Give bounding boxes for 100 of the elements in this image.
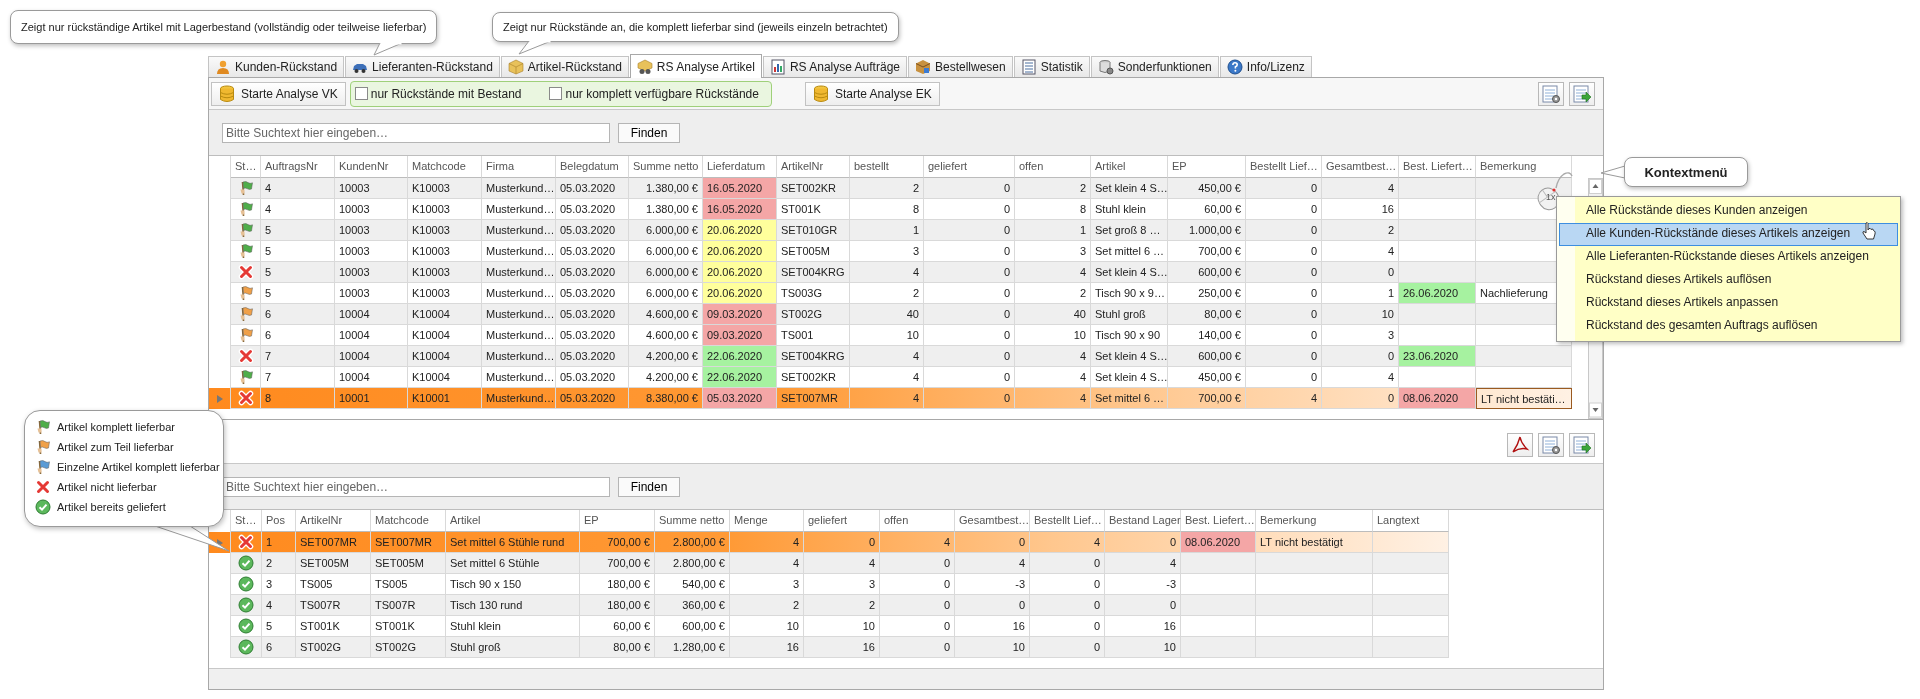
table-cell: Musterkund…: [482, 178, 556, 199]
column-header[interactable]: Matchcode: [408, 156, 482, 178]
column-header[interactable]: Bemerkung: [1256, 510, 1373, 532]
column-header[interactable]: Pos: [262, 510, 296, 532]
column-header[interactable]: Best. Liefert…: [1399, 156, 1476, 178]
table-cell: 1: [1015, 220, 1091, 241]
column-header[interactable]: Bemerkung: [1476, 156, 1572, 178]
table-cell: 10003: [335, 262, 408, 283]
column-header[interactable]: Summe netto: [655, 510, 730, 532]
tab[interactable]: Kunden-Rückstand: [208, 56, 345, 77]
table-cell: 360,00 €: [655, 595, 730, 616]
table-cell: Stuhl groß: [446, 637, 580, 658]
tab[interactable]: RS Analyse Aufträge: [762, 56, 907, 77]
checkbox[interactable]: [354, 87, 368, 100]
check-icon: [238, 618, 254, 634]
column-header[interactable]: Artikel: [1091, 156, 1168, 178]
export-button[interactable]: [1569, 81, 1595, 106]
column-header[interactable]: geliefert: [924, 156, 1015, 178]
pdf-button[interactable]: [1507, 433, 1533, 457]
analysis-button[interactable]: Starte Analyse EK: [804, 81, 940, 106]
column-header[interactable]: Belegdatum: [556, 156, 629, 178]
table-row[interactable]: 5 10003 K10003 Musterkund… 05.03.2020 6.000,00 € 20.06.2020 SET010GR 1 0 1 Set groß 8 … 1.000,00 € 0 2: [209, 220, 1572, 241]
table-row[interactable]: 5 10003 K10003 Musterkund… 05.03.2020 6.000,00 € 20.06.2020 SET004KRG 4 0 4 Set klein 4 S… 600,00 € 0 0: [209, 262, 1572, 283]
column-header[interactable]: Best. Liefert…: [1181, 510, 1256, 532]
column-header[interactable]: bestellt: [850, 156, 924, 178]
table-cell: 05.03.2020: [556, 346, 629, 367]
table-row[interactable]: 6 10004 K10004 Musterkund… 05.03.2020 4.600,00 € 09.03.2020 ST002G 40 0 40 Stuhl groß 80,00 € 0 10: [209, 304, 1572, 325]
checkbox-label[interactable]: nur Rückstände mit Bestand: [370, 86, 522, 101]
table-cell: TS007R: [296, 595, 371, 616]
table-cell: 16.05.2020: [703, 199, 777, 220]
column-header[interactable]: Bestellt Lief…: [1030, 510, 1105, 532]
table-cell: SET002KR: [777, 178, 850, 199]
column-header[interactable]: Langtext: [1373, 510, 1449, 532]
table-row[interactable]: 8 10001 K10001 Musterkund… 05.03.2020 8.380,00 € 05.03.2020 SET007MR 4 0 4 Set mittel 6 … 700,00 € 4 0 08.06.2020 LT nicht bestäti…: [209, 388, 1572, 409]
table-cell: 10003: [335, 220, 408, 241]
table-cell: K10003: [408, 220, 482, 241]
table-row[interactable]: 2 SET005M SET005M Set mittel 6 Stühle 700,00 € 2.800,00 € 4 4 0 4 0 4: [209, 553, 1449, 574]
column-header[interactable]: Summe netto: [629, 156, 703, 178]
column-header[interactable]: Firma: [482, 156, 556, 178]
column-header[interactable]: St…: [231, 156, 261, 178]
column-header[interactable]: Gesamtbest…: [955, 510, 1030, 532]
table-cell: 5: [261, 262, 335, 283]
table-cell: 4: [850, 388, 924, 409]
column-header[interactable]: Menge: [730, 510, 804, 532]
tab[interactable]: Statistik: [1013, 56, 1090, 77]
table-cell: 4: [850, 346, 924, 367]
flag-icon: [35, 439, 51, 455]
column-header[interactable]: Bestellt Lief…: [1246, 156, 1322, 178]
export-button[interactable]: [1569, 433, 1595, 457]
analysis-button[interactable]: Starte Analyse VK: [211, 81, 346, 106]
grid-settings-button[interactable]: [1538, 81, 1564, 106]
column-header[interactable]: ArtikelNr: [777, 156, 850, 178]
column-header[interactable]: offen: [880, 510, 955, 532]
table-cell: 22.06.2020: [703, 367, 777, 388]
tab[interactable]: Info/Lizenz: [1219, 56, 1312, 77]
cross-icon: [237, 264, 254, 280]
box-binoculars-icon: [636, 58, 653, 75]
find-button[interactable]: Finden: [618, 122, 680, 143]
checkbox[interactable]: [549, 87, 563, 100]
table-cell: 20.06.2020: [703, 262, 777, 283]
table-row[interactable]: 1 SET007MR SET007MR Set mittel 6 Stühle rund 700,00 € 2.800,00 € 4 0 4 0 4 0 08.06.2020 LT nicht bestätigt: [209, 532, 1449, 553]
column-header[interactable]: EP: [1168, 156, 1246, 178]
tab[interactable]: Lieferanten-Rückstand: [345, 56, 500, 77]
table-row[interactable]: 7 10004 K10004 Musterkund… 05.03.2020 4.200,00 € 22.06.2020 SET004KRG 4 0 4 Set klein 4 S… 600,00 € 0 0 23.06.2020: [209, 346, 1572, 367]
column-header[interactable]: Gesamtbest…: [1322, 156, 1399, 178]
column-header[interactable]: KundenNr: [335, 156, 408, 178]
column-header[interactable]: AuftragsNr: [261, 156, 335, 178]
table-cell: 40: [850, 304, 924, 325]
tab[interactable]: RS Analyse Artikel: [629, 54, 762, 78]
column-header[interactable]: Artikel: [446, 510, 580, 532]
table-row[interactable]: 6 ST002G ST002G Stuhl groß 80,00 € 1.280,00 € 16 16 0 10 0 10: [209, 637, 1449, 658]
table-cell: 4: [955, 553, 1030, 574]
table-cell: 10001: [335, 388, 408, 409]
column-header[interactable]: St…: [231, 510, 262, 532]
tab[interactable]: Sonderfunktionen: [1090, 56, 1219, 77]
column-header[interactable]: geliefert: [804, 510, 880, 532]
menu-item[interactable]: Alle Kunden-Rückstände dieses Artikels anzeigen: [1559, 223, 1898, 246]
column-header[interactable]: offen: [1015, 156, 1091, 178]
column-header[interactable]: Matchcode: [371, 510, 446, 532]
table-cell: 10004: [335, 304, 408, 325]
cross-icon: [35, 479, 51, 495]
table-settings-icon: [1541, 435, 1561, 455]
column-header[interactable]: ArtikelNr: [296, 510, 371, 532]
tab[interactable]: Bestellwesen: [908, 56, 1013, 77]
checkbox-label[interactable]: nur komplett verfügbare Rückstände: [565, 86, 759, 101]
tab[interactable]: Artikel-Rückstand: [500, 56, 629, 77]
search-field[interactable]: Bitte Suchtext hier eingeben…: [222, 122, 610, 143]
find-button[interactable]: Finden: [618, 476, 680, 497]
search-field[interactable]: Bitte Suchtext hier eingeben…: [222, 476, 610, 497]
grid-settings-button[interactable]: [1538, 433, 1564, 457]
table-cell: 0: [955, 595, 1030, 616]
table-cell: Musterkund…: [482, 388, 556, 409]
table-cell: Set klein 4 S…: [1091, 346, 1168, 367]
column-header[interactable]: Bestand Lager: [1105, 510, 1181, 532]
table-row[interactable]: 4 TS007R TS007R Tisch 130 rund 180,00 € 360,00 € 2 2 0 0 0 0: [209, 595, 1449, 616]
column-header[interactable]: Lieferdatum: [703, 156, 777, 178]
flag-icon: [35, 419, 51, 435]
table-cell: 600,00 €: [1168, 262, 1246, 283]
table-cell: SET010GR: [777, 220, 850, 241]
column-header[interactable]: EP: [580, 510, 655, 532]
